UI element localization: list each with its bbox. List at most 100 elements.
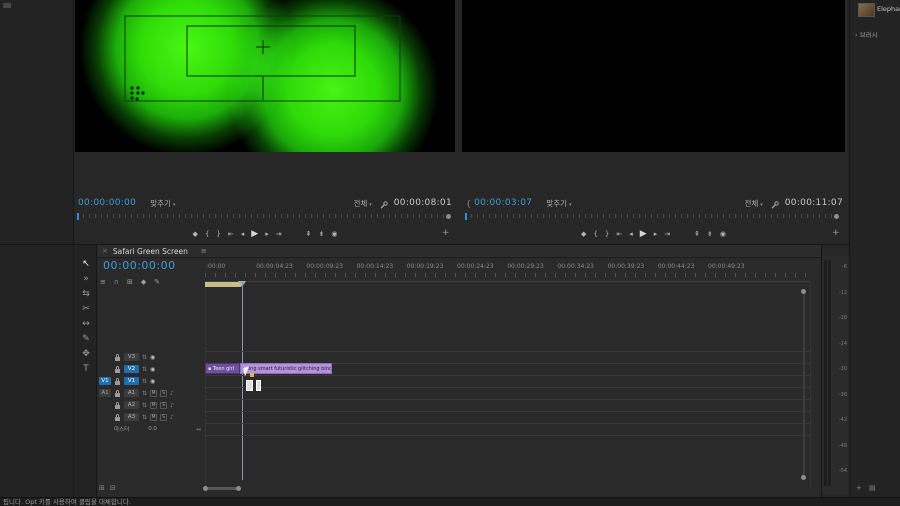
wrench-settings-icon[interactable]: [771, 194, 779, 213]
step-forward-icon[interactable]: ▸: [265, 227, 269, 242]
razor-tool[interactable]: ✂: [75, 303, 97, 316]
solo-button[interactable]: S: [160, 390, 167, 397]
track-name-a3[interactable]: A3: [124, 413, 139, 421]
timeline-display-icon[interactable]: ✎: [154, 278, 160, 286]
master-track-header[interactable]: 마스터 0.0 ↔: [97, 423, 205, 435]
play-icon[interactable]: ▶: [640, 227, 647, 242]
track-lock-icon[interactable]: [114, 377, 121, 386]
sync-lock-icon[interactable]: ⇅: [142, 378, 147, 385]
go-to-in-icon[interactable]: ⇤: [616, 227, 622, 242]
sync-lock-icon[interactable]: ⇅: [142, 414, 147, 421]
source-patch-a1[interactable]: A1: [99, 389, 111, 397]
sync-lock-icon[interactable]: ⇅: [142, 402, 147, 409]
timeline-tab-title[interactable]: Safari Green Screen: [113, 247, 188, 256]
add-marker-icon[interactable]: ◆: [581, 227, 586, 242]
track-output-icon[interactable]: ◉: [150, 366, 155, 373]
track-header-v2[interactable]: V2⇅◉: [97, 363, 205, 375]
timeline-vertical-scrollbar[interactable]: [803, 292, 805, 477]
slip-tool[interactable]: ↔: [75, 318, 97, 331]
mark-in-icon[interactable]: {: [205, 227, 209, 242]
source-scrubber[interactable]: [77, 214, 449, 218]
program-playhead-caret[interactable]: [465, 213, 467, 220]
panel-corner-icon[interactable]: ▤: [869, 484, 876, 492]
program-monitor-video[interactable]: [462, 0, 845, 152]
track-header-a2[interactable]: A2⇅MS♪: [97, 399, 205, 411]
track-lock-icon[interactable]: [114, 413, 121, 422]
mute-button[interactable]: M: [150, 414, 157, 421]
sync-lock-icon[interactable]: ⇅: [142, 354, 147, 361]
type-tool[interactable]: T: [75, 363, 97, 376]
source-timecode[interactable]: 00:00:00:00: [78, 198, 136, 208]
track-name-v3[interactable]: V3: [124, 353, 139, 361]
track-select-tool[interactable]: »: [75, 273, 97, 286]
project-clip-name[interactable]: Elephan: [877, 5, 900, 13]
hand-tool[interactable]: ✥: [75, 348, 97, 361]
mark-out-icon[interactable]: }: [605, 227, 609, 242]
panel-menu-icon[interactable]: ≡: [201, 247, 207, 255]
program-resolution-select[interactable]: 전체▾: [744, 198, 762, 209]
selection-tool[interactable]: ↖: [75, 258, 97, 271]
pen-tool[interactable]: ✎: [75, 333, 97, 346]
work-area-bar[interactable]: [205, 282, 241, 287]
track-lock-icon[interactable]: [114, 389, 121, 398]
go-to-out-icon[interactable]: ⇥: [664, 227, 670, 242]
solo-button[interactable]: S: [160, 402, 167, 409]
project-clip-thumbnail[interactable]: [858, 3, 875, 17]
voiceover-icon[interactable]: ♪: [170, 414, 174, 421]
step-back-icon[interactable]: ◂: [629, 227, 633, 242]
track-header-a1[interactable]: A1A1⇅MS♪: [97, 387, 205, 399]
step-forward-icon[interactable]: ▸: [654, 227, 658, 242]
mask-handle-dots[interactable]: [130, 86, 144, 100]
timeline-clip-selected-head[interactable]: ▪ Teen girl: [205, 363, 240, 374]
timeline-zoom-scrollbar[interactable]: [206, 487, 239, 490]
track-lock-icon[interactable]: [114, 353, 121, 362]
master-volume-value[interactable]: 0.0: [148, 426, 157, 432]
track-lane[interactable]: [205, 435, 810, 436]
timeline-settings-icon[interactable]: ≡: [100, 278, 106, 286]
source-playhead-caret[interactable]: [77, 213, 79, 220]
go-to-in-icon[interactable]: ⇤: [228, 227, 234, 242]
timeline-timecode[interactable]: 00:00:00:00: [103, 259, 176, 272]
program-scrub-knob[interactable]: [834, 214, 839, 219]
extract-icon[interactable]: ⇟: [318, 227, 324, 242]
source-zoom-select[interactable]: 맞추기▾: [150, 198, 175, 209]
track-lock-icon[interactable]: [114, 365, 121, 374]
wrench-settings-icon[interactable]: [380, 194, 388, 213]
add-marker-icon[interactable]: ◆: [141, 278, 146, 286]
add-marker-icon[interactable]: ◆: [193, 227, 198, 242]
play-icon[interactable]: ▶: [251, 227, 258, 242]
linked-selection-icon[interactable]: ⊞: [127, 278, 133, 286]
timeline-corner-icon[interactable]: ⊞: [99, 484, 105, 492]
track-name-a1[interactable]: A1: [124, 389, 139, 397]
track-name-v2[interactable]: V2: [124, 365, 139, 373]
lift-icon[interactable]: ⇞: [306, 227, 312, 242]
export-frame-icon[interactable]: ◉: [720, 227, 726, 242]
v-scroll-knob-bottom[interactable]: [801, 475, 806, 480]
mark-in-icon[interactable]: {: [593, 227, 597, 242]
track-header-a3[interactable]: A3⇅MS♪: [97, 411, 205, 423]
export-frame-icon[interactable]: ◉: [331, 227, 337, 242]
sync-lock-icon[interactable]: ⇅: [142, 390, 147, 397]
track-output-icon[interactable]: ◉: [150, 354, 155, 361]
extract-icon[interactable]: ⇟: [707, 227, 713, 242]
close-icon[interactable]: ×: [102, 247, 108, 255]
track-lock-icon[interactable]: [114, 401, 121, 410]
panel-corner-icon[interactable]: +: [856, 484, 862, 492]
timeline-ruler[interactable]: :00:0000:00:04:2300:00:09:2300:00:14:230…: [205, 263, 817, 272]
snap-icon[interactable]: ∩: [114, 278, 119, 286]
track-output-icon[interactable]: ◉: [150, 378, 155, 385]
program-timecode[interactable]: 00:00:03:07: [474, 198, 532, 208]
project-bin-row[interactable]: › 브러시: [855, 29, 878, 39]
program-button-editor[interactable]: +: [832, 228, 840, 238]
track-header-v1[interactable]: V1V1⇅◉: [97, 375, 205, 387]
voiceover-icon[interactable]: ♪: [170, 402, 174, 409]
source-monitor-video[interactable]: [75, 0, 455, 152]
track-name-a2[interactable]: A2: [124, 401, 139, 409]
timeline-corner-icon[interactable]: ⊟: [110, 484, 116, 492]
timeline-tab-bar[interactable]: × Safari Green Screen ≡: [97, 245, 822, 258]
mute-button[interactable]: M: [150, 390, 157, 397]
master-keyframe-icon[interactable]: ↔: [196, 426, 201, 433]
ripple-edit-tool[interactable]: ⇆: [75, 288, 97, 301]
track-name-v1[interactable]: V1: [124, 377, 139, 385]
h-scroll-knob-right[interactable]: [236, 486, 241, 491]
